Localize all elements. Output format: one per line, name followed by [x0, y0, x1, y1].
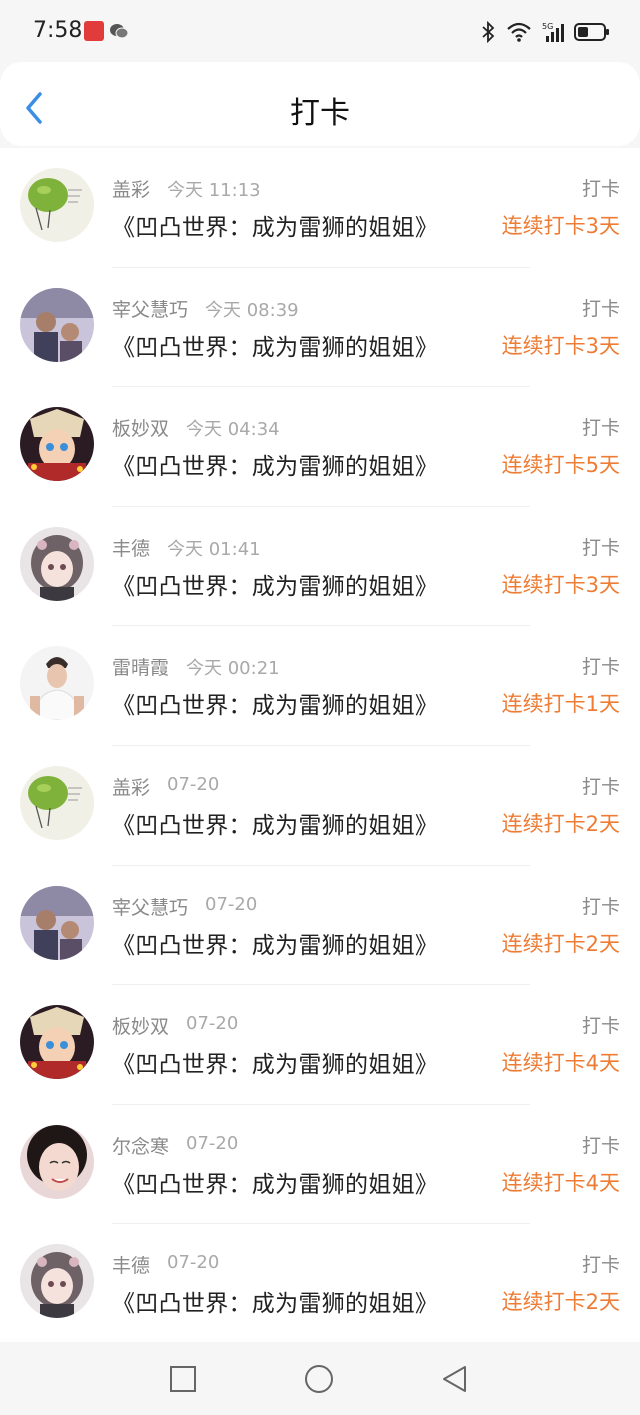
avatar[interactable] — [20, 407, 94, 482]
avatar[interactable] — [20, 1124, 94, 1199]
home-icon[interactable] — [304, 1364, 334, 1394]
bluetooth-icon — [482, 20, 495, 44]
list-item[interactable]: 尔念寒 07-20 《凹凸世界：成为雷狮的姐姐》 打卡连续打卡4天 — [0, 1105, 640, 1225]
wechat-icon — [110, 24, 129, 39]
checkin-label: 打卡 — [581, 536, 620, 559]
avatar[interactable] — [20, 1005, 94, 1080]
system-nav-bar — [0, 1342, 640, 1415]
book-title[interactable]: 《凹凸世界：成为雷狮的姐姐》 — [112, 686, 438, 720]
user-name[interactable]: 宰父慧巧 — [112, 893, 188, 920]
user-name[interactable]: 丰德 — [112, 534, 150, 561]
list-item[interactable]: 宰父慧巧 今天 08:39 《凹凸世界：成为雷狮的姐姐》 打卡连续打卡3天 — [0, 268, 640, 388]
book-title[interactable]: 《凹凸世界：成为雷狮的姐姐》 — [112, 447, 438, 481]
user-name[interactable]: 盖彩 — [112, 773, 150, 800]
header-bar: 打卡 — [0, 62, 640, 146]
recent-apps-icon[interactable] — [168, 1364, 198, 1394]
checkin-time: 今天 00:21 — [186, 658, 280, 680]
streak-badge: 连续打卡3天 — [501, 214, 620, 238]
checkin-time: 今天 08:39 — [205, 299, 299, 321]
checkin-label: 打卡 — [581, 895, 620, 918]
page-title: 打卡 — [290, 96, 350, 131]
user-name[interactable]: 尔念寒 — [112, 1132, 169, 1159]
user-name[interactable]: 丰德 — [112, 1251, 150, 1278]
book-title[interactable]: 《凹凸世界：成为雷狮的姐姐》 — [112, 1284, 438, 1318]
checkin-time: 07-20 — [186, 1013, 239, 1035]
streak-badge: 连续打卡2天 — [501, 811, 620, 836]
streak-badge: 连续打卡5天 — [501, 453, 620, 478]
avatar[interactable] — [20, 765, 94, 840]
status-time: 7:58 — [33, 18, 83, 43]
checkin-time: 07-20 — [167, 773, 220, 795]
book-title[interactable]: 《凹凸世界：成为雷狮的姐姐》 — [112, 208, 438, 242]
book-title[interactable]: 《凹凸世界：成为雷狮的姐姐》 — [112, 926, 438, 960]
checkin-time: 07-20 — [167, 1252, 220, 1274]
list-item[interactable]: 盖彩 07-20 《凹凸世界：成为雷狮的姐姐》 打卡连续打卡2天 — [0, 746, 640, 866]
checkin-list: 盖彩 今天 11:13 《凹凸世界：成为雷狮的姐姐》 打卡 连续打卡3天 宰父慧巧 今天 0… — [0, 148, 640, 1342]
list-item[interactable]: 板妙双 今天 04:34 《凹凸世界：成为雷狮的姐姐》 打卡连续打卡5天 — [0, 387, 640, 507]
streak-badge: 连续打卡4天 — [501, 1051, 620, 1076]
checkin-label: 打卡 — [581, 1015, 620, 1038]
checkin-time: 今天 01:41 — [167, 538, 261, 560]
checkin-label: 打卡 — [581, 297, 620, 320]
checkin-time: 07-20 — [205, 893, 258, 915]
streak-badge: 连续打卡3天 — [501, 572, 620, 597]
checkin-label: 打卡 — [581, 775, 620, 798]
book-title[interactable]: 《凹凸世界：成为雷狮的姐姐》 — [112, 1165, 438, 1199]
signal-icon: 5G — [542, 22, 564, 42]
list-item[interactable]: 雷晴霞 今天 00:21 《凹凸世界：成为雷狮的姐姐》 打卡连续打卡1天 — [0, 626, 640, 746]
avatar[interactable] — [20, 885, 94, 960]
book-title[interactable]: 《凹凸世界：成为雷狮的姐姐》 — [112, 328, 438, 362]
user-name[interactable]: 板妙双 — [112, 414, 169, 441]
streak-badge: 连续打卡2天 — [501, 931, 620, 956]
notification-app-icon — [84, 21, 104, 41]
avatar[interactable] — [20, 526, 94, 601]
list-item[interactable]: 宰父慧巧 07-20 《凹凸世界：成为雷狮的姐姐》 打卡连续打卡2天 — [0, 866, 640, 986]
streak-badge: 连续打卡1天 — [501, 692, 620, 717]
user-name[interactable]: 雷晴霞 — [112, 653, 169, 680]
checkin-label: 打卡 — [581, 656, 620, 679]
user-name[interactable]: 宰父慧巧 — [112, 295, 188, 322]
book-title[interactable]: 《凹凸世界：成为雷狮的姐姐》 — [112, 806, 438, 840]
checkin-time: 今天 11:13 — [167, 180, 261, 201]
list-item[interactable]: 丰德 07-20 《凹凸世界：成为雷狮的姐姐》 打卡连续打卡2天 — [0, 1224, 640, 1342]
list-item[interactable]: 盖彩 今天 11:13 《凹凸世界：成为雷狮的姐姐》 打卡连续打卡3天 — [0, 148, 640, 268]
list-item[interactable]: 板妙双 07-20 《凹凸世界：成为雷狮的姐姐》 打卡连续打卡4天 — [0, 985, 640, 1105]
book-title[interactable]: 《凹凸世界：成为雷狮的姐姐》 — [112, 1045, 438, 1079]
user-name[interactable]: 板妙双 — [112, 1012, 169, 1039]
avatar[interactable] — [20, 287, 94, 362]
user-name[interactable]: 盖彩 — [112, 175, 150, 202]
checkin-time: 今天 04:34 — [186, 419, 280, 441]
list-item[interactable]: 丰德 今天 01:41 《凹凸世界：成为雷狮的姐姐》 打卡连续打卡3天 — [0, 507, 640, 627]
checkin-label: 打卡 — [581, 417, 620, 440]
avatar[interactable] — [20, 1244, 94, 1319]
streak-badge: 连续打卡3天 — [501, 333, 620, 358]
checkin-time: 07-20 — [186, 1132, 239, 1154]
battery-icon — [574, 23, 609, 41]
checkin-label: 打卡 — [581, 1254, 620, 1277]
book-title[interactable]: 《凹凸世界：成为雷狮的姐姐》 — [112, 567, 438, 601]
status-icons: 5G — [480, 20, 610, 44]
avatar[interactable] — [20, 168, 94, 242]
avatar[interactable] — [20, 646, 94, 721]
back-triangle-icon[interactable] — [440, 1364, 470, 1394]
network-type: 5G — [542, 22, 553, 31]
streak-badge: 连续打卡2天 — [501, 1290, 620, 1315]
streak-badge: 连续打卡4天 — [501, 1170, 620, 1195]
checkin-label: 打卡 — [581, 1134, 620, 1157]
checkin-label: 打卡 — [581, 178, 620, 200]
status-bar: 7:58 5G — [0, 0, 640, 62]
wifi-icon — [507, 22, 531, 42]
